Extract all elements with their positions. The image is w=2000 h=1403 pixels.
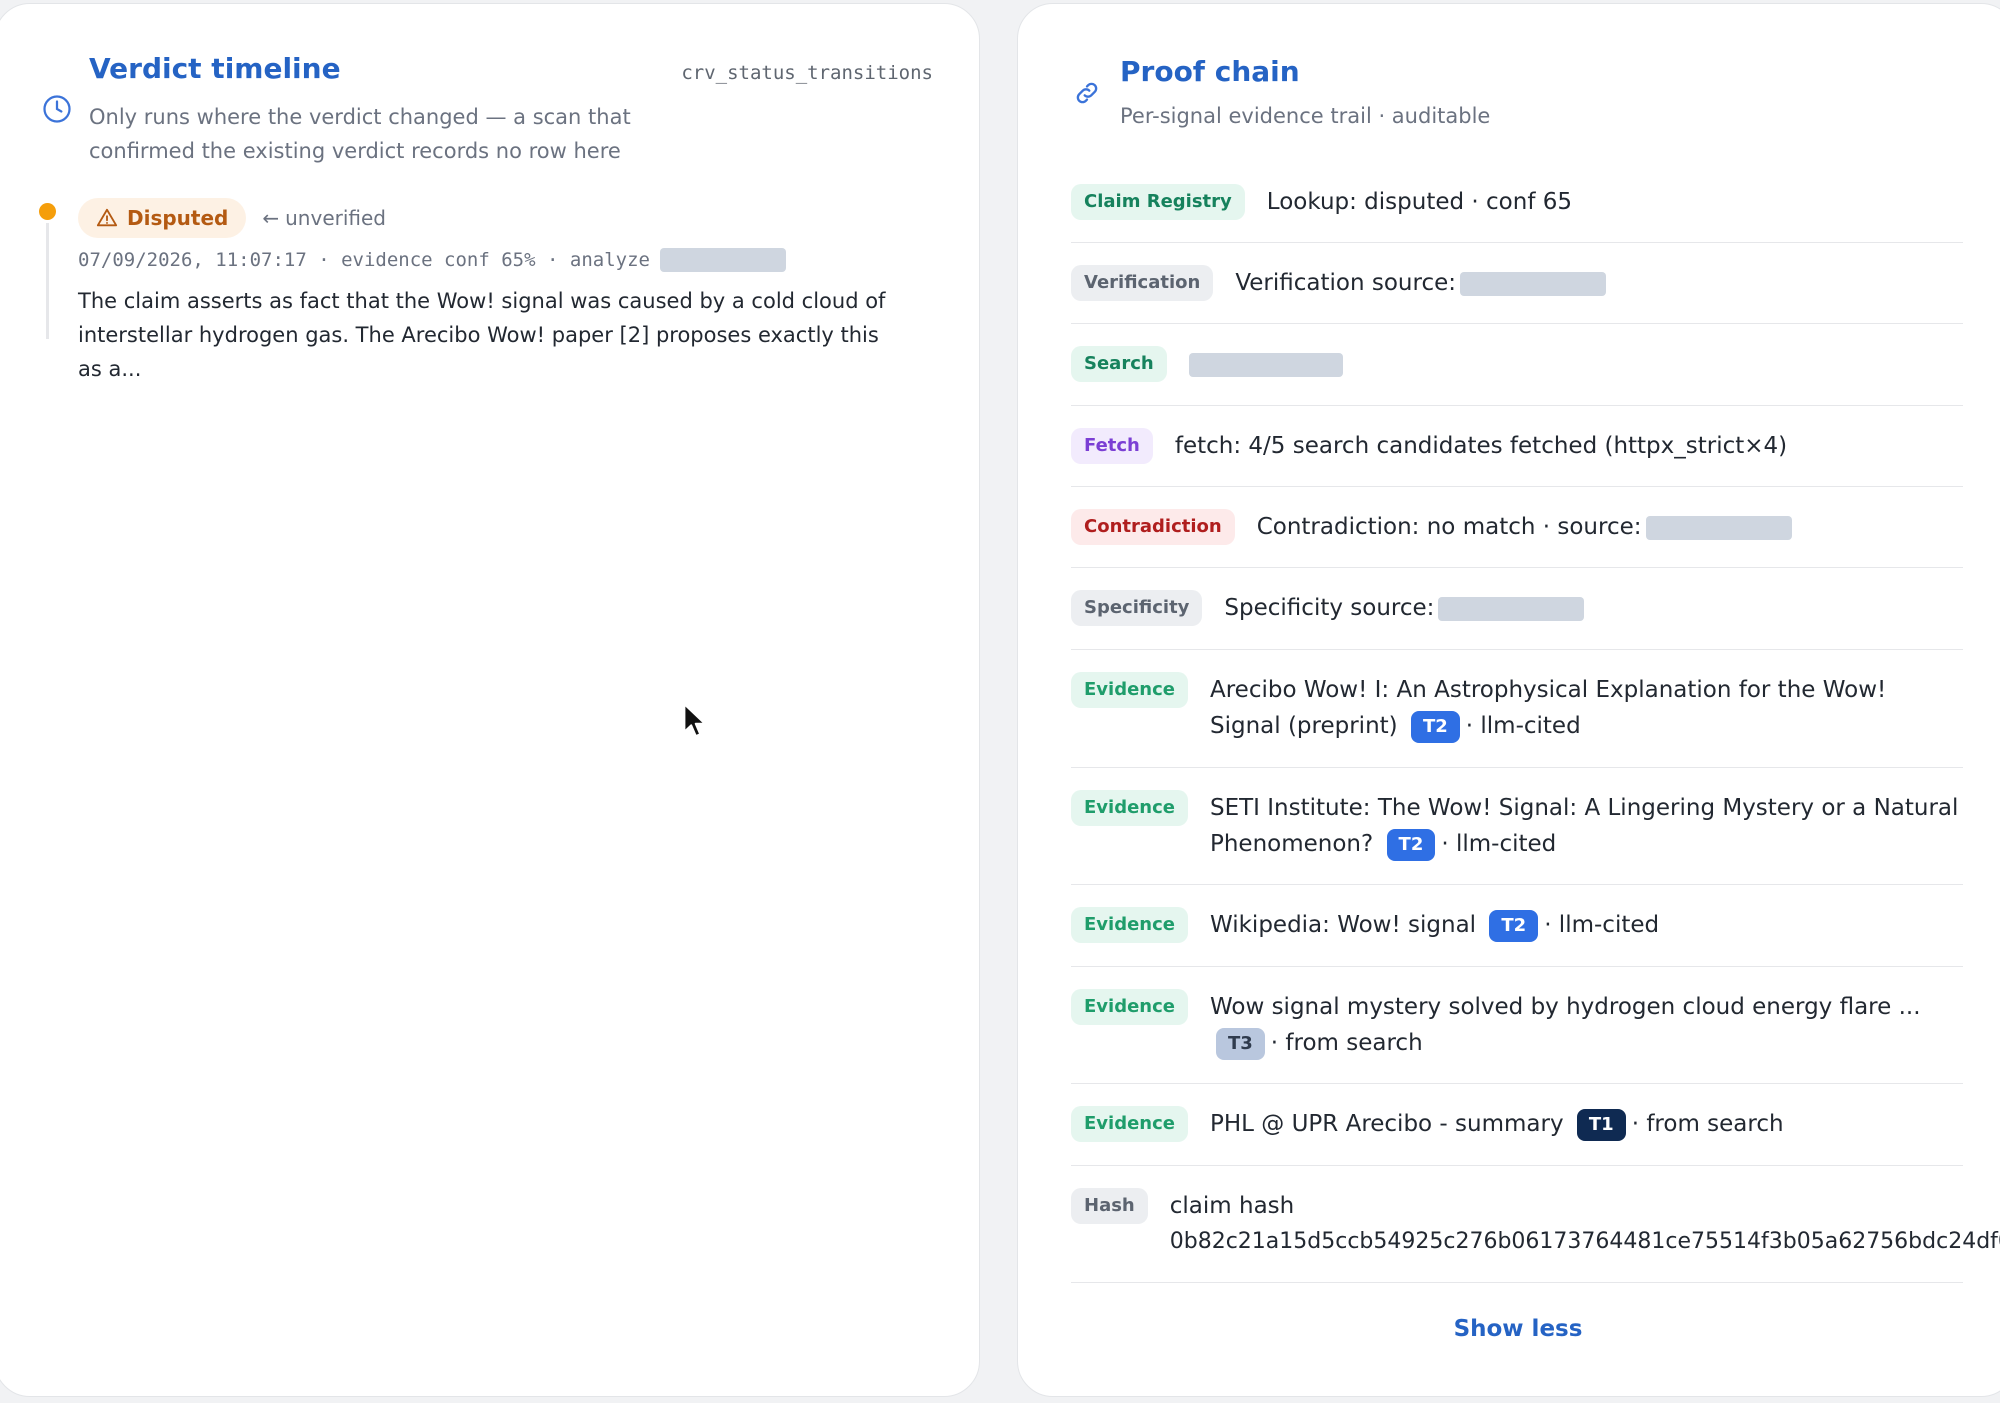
redacted-value [1438, 596, 1585, 621]
tag-search: Search [1071, 346, 1167, 382]
evidence-title: Wow signal mystery solved by hydrogen cl… [1209, 994, 1921, 1020]
timeline-meta: 07/09/2026, 11:07:17 · evidence conf 65%… [78, 248, 786, 272]
chain-row-search: Search [1071, 324, 1963, 406]
tag-evidence: Evidence [1071, 790, 1188, 826]
tag-evidence: Evidence [1071, 672, 1188, 708]
evidence-text[interactable]: Wikipedia: Wow! signal T2 · llm-cited [1210, 907, 1659, 943]
table-name: crv_status_transitions [681, 62, 933, 84]
tier-badge: T3 [1215, 1027, 1265, 1060]
fetch-text: fetch: 4/5 search candidates fetched (ht… [1174, 433, 1788, 459]
verdict-timeline-title: Verdict timeline [89, 52, 341, 85]
evidence-row: Evidence PHL @ UPR Arecibo - summary T1 ·… [1071, 1084, 1963, 1166]
evidence-text[interactable]: Wow signal mystery solved by hydrogen cl… [1210, 989, 1963, 1061]
tag-verification: Verification [1071, 265, 1214, 301]
proof-chain-list: Claim Registry Lookup: disputed · conf 6… [1071, 162, 2000, 1283]
arrow-left-icon: ← [262, 206, 280, 230]
evidence-origin: · llm-cited [1544, 912, 1660, 938]
previous-status-label: unverified [285, 206, 386, 230]
warning-icon [96, 208, 118, 227]
redacted-value [1460, 271, 1606, 296]
chain-row-hash: Hash claim hash 0b82c21a15d5ccb54925c276… [1071, 1166, 2000, 1283]
tag-evidence: Evidence [1071, 989, 1188, 1025]
tag-contradiction: Contradiction [1071, 509, 1235, 545]
verdict-timeline-card: Verdict timeline crv_status_transitions … [0, 3, 980, 1397]
tier-badge: T2 [1410, 710, 1460, 743]
evidence-origin: · llm-cited [1441, 831, 1557, 857]
timeline-line [46, 223, 49, 339]
contradiction-text: Contradiction: no match · source: [1257, 509, 1792, 545]
tag-evidence: Evidence [1071, 907, 1188, 943]
evidence-origin: · from search [1270, 1030, 1423, 1056]
proof-chain-card: Proof chain Per-signal evidence trail · … [1017, 3, 2000, 1397]
search-text [1188, 346, 1343, 382]
hash-text: claim hash 0b82c21a15d5ccb54925c276b0617… [1170, 1188, 2000, 1260]
tag-claim-registry: Claim Registry [1071, 184, 1245, 220]
tier-badge: T2 [1489, 909, 1539, 942]
hash-value: 0b82c21a15d5ccb54925c276b06173764481ce75… [1169, 1229, 2000, 1254]
verdict-badge: Disputed [78, 198, 247, 238]
tag-fetch: Fetch [1071, 428, 1153, 464]
tag-evidence: Evidence [1071, 1106, 1188, 1142]
evidence-text[interactable]: PHL @ UPR Arecibo - summary T1 · from sea… [1210, 1106, 1784, 1142]
previous-status: ← unverified [262, 206, 386, 230]
evidence-text[interactable]: SETI Institute: The Wow! Signal: A Linge… [1210, 790, 1963, 862]
redacted-value [659, 248, 786, 272]
redacted-value [1188, 352, 1343, 377]
evidence-row: Evidence Arecibo Wow! I: An Astrophysica… [1071, 650, 1963, 768]
timeline-description: Only runs where the verdict changed — a … [89, 105, 631, 163]
evidence-title: Wikipedia: Wow! signal [1209, 912, 1477, 938]
specificity-text: Specificity source: [1224, 590, 1585, 626]
cursor-icon [683, 703, 706, 737]
chain-row-verification: Verification Verification source: [1071, 243, 1963, 324]
chain-row-specificity: Specificity Specificity source: [1071, 568, 1963, 650]
tier-badge: T1 [1576, 1108, 1626, 1141]
timeline-dot [39, 203, 56, 220]
claim-summary: The claim asserts as fact that the Wow! … [78, 289, 886, 381]
evidence-title: SETI Institute: The Wow! Signal: A Linge… [1209, 795, 1959, 857]
clock-icon [43, 95, 71, 123]
evidence-origin: · from search [1631, 1111, 1784, 1137]
chain-row-contradiction: Contradiction Contradiction: no match · … [1071, 487, 1963, 568]
tag-specificity: Specificity [1071, 590, 1203, 626]
timeline-meta-text: 07/09/2026, 11:07:17 · evidence conf 65%… [78, 249, 650, 271]
proof-chain-subtitle: Per-signal evidence trail · auditable [1120, 104, 1491, 128]
verdict-transition: Disputed ← unverified [78, 198, 386, 238]
verdict-label: Disputed [127, 206, 229, 230]
evidence-origin: · llm-cited [1465, 713, 1581, 739]
hash-label: claim hash [1169, 1193, 1295, 1219]
chain-row-claim-registry: Claim Registry Lookup: disputed · conf 6… [1071, 162, 1963, 243]
show-less-button[interactable]: Show less [1018, 1316, 2000, 1342]
tier-badge: T2 [1386, 828, 1436, 861]
evidence-row: Evidence Wikipedia: Wow! signal T2 · llm-… [1071, 885, 1963, 967]
redacted-value [1645, 515, 1792, 540]
evidence-row: Evidence Wow signal mystery solved by hy… [1071, 967, 1963, 1084]
tag-hash: Hash [1071, 1188, 1148, 1224]
evidence-row: Evidence SETI Institute: The Wow! Signal… [1071, 768, 1963, 885]
chain-row-fetch: Fetch fetch: 4/5 search candidates fetch… [1071, 406, 1963, 487]
evidence-text[interactable]: Arecibo Wow! I: An Astrophysical Explana… [1210, 672, 1963, 744]
link-icon [1076, 82, 1098, 104]
proof-chain-title: Proof chain [1120, 55, 1300, 88]
verification-text: Verification source: [1235, 265, 1606, 301]
claim-registry-text: Lookup: disputed · conf 65 [1266, 189, 1573, 215]
evidence-title: PHL @ UPR Arecibo - summary [1209, 1111, 1564, 1137]
